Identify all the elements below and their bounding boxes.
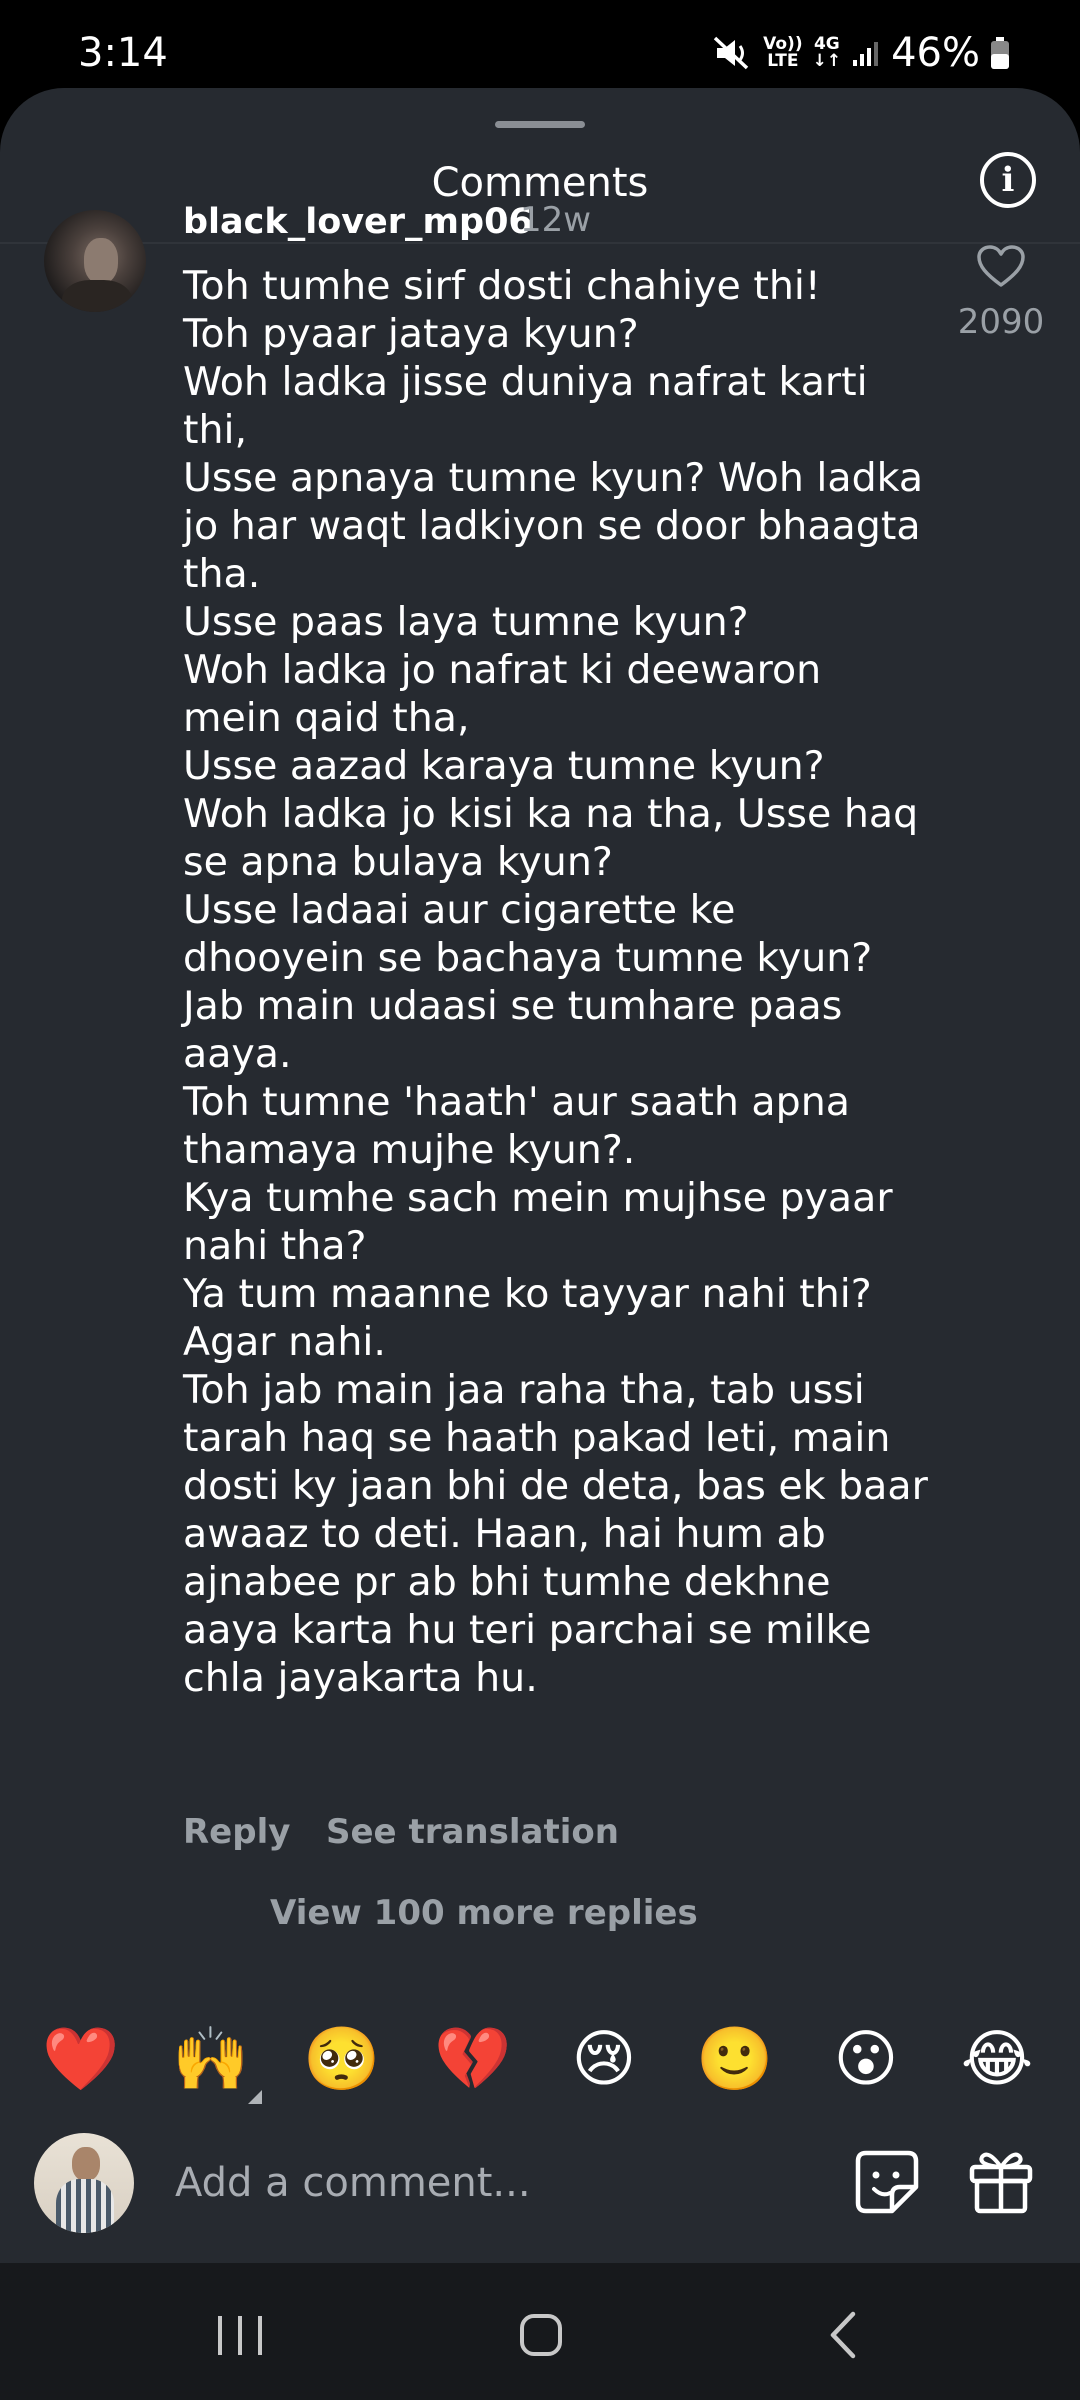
volte-bottom-label: LTE — [767, 51, 799, 71]
gift-icon[interactable] — [966, 2145, 1036, 2215]
battery-percent: 46% — [891, 30, 980, 76]
emoji-broken-heart[interactable]: 💔 — [428, 2020, 518, 2098]
view-more-replies-button[interactable]: View 100 more replies — [270, 1893, 698, 1933]
skin-tone-indicator-icon — [248, 2090, 262, 2104]
comment-text: Toh tumhe sirf dosti chahiye thi! Toh py… — [183, 263, 928, 1701]
network-indicator: 4G ↓↑ — [813, 36, 842, 70]
emoji-raising-hands[interactable]: 🙌 — [166, 2020, 256, 2098]
status-bar: 3:14 Vo)) LTE 4G ↓↑ 46% — [0, 0, 1080, 90]
sticker-icon[interactable] — [852, 2147, 922, 2217]
comment-username[interactable]: black_lover_mp06 — [183, 202, 533, 242]
back-icon[interactable] — [805, 2308, 885, 2363]
emoji-pleading[interactable]: 🥺 — [297, 2020, 387, 2098]
data-arrows-icon: ↓↑ — [812, 51, 842, 71]
drag-handle[interactable] — [495, 121, 585, 128]
reply-button[interactable]: Reply — [183, 1812, 290, 1852]
emoji-crying[interactable]: 😢 — [559, 2020, 649, 2098]
see-translation-button[interactable]: See translation — [326, 1812, 619, 1852]
heart-outline-icon[interactable] — [976, 244, 1026, 288]
commenter-avatar[interactable] — [44, 210, 146, 312]
system-nav-bar — [0, 2263, 1080, 2400]
emoji-tears-of-joy[interactable]: 😂 — [952, 2020, 1042, 2098]
battery-icon — [990, 36, 1010, 70]
info-icon[interactable]: i — [980, 152, 1036, 208]
emoji-quick-bar: ❤️ 🙌 🥺 💔 😢 🙂 😮 😂 — [0, 2020, 1080, 2098]
emoji-open-mouth[interactable]: 😮 — [821, 2020, 911, 2098]
emoji-heart[interactable]: ❤️ — [36, 2020, 126, 2098]
status-time: 3:14 — [78, 30, 168, 76]
home-icon[interactable] — [500, 2308, 580, 2363]
volte-indicator: Vo)) LTE — [763, 36, 802, 70]
comment-input[interactable] — [175, 2148, 815, 2218]
emoji-slight-smile[interactable]: 🙂 — [690, 2020, 780, 2098]
mute-icon — [713, 36, 753, 70]
like-count: 2090 — [957, 302, 1045, 342]
recents-icon[interactable] — [200, 2308, 280, 2363]
signal-icon — [851, 38, 881, 68]
header-divider — [0, 242, 1080, 244]
comment-time: 12w — [520, 200, 592, 240]
my-avatar — [34, 2133, 134, 2233]
status-icons: Vo)) LTE 4G ↓↑ 46% — [713, 30, 1010, 76]
